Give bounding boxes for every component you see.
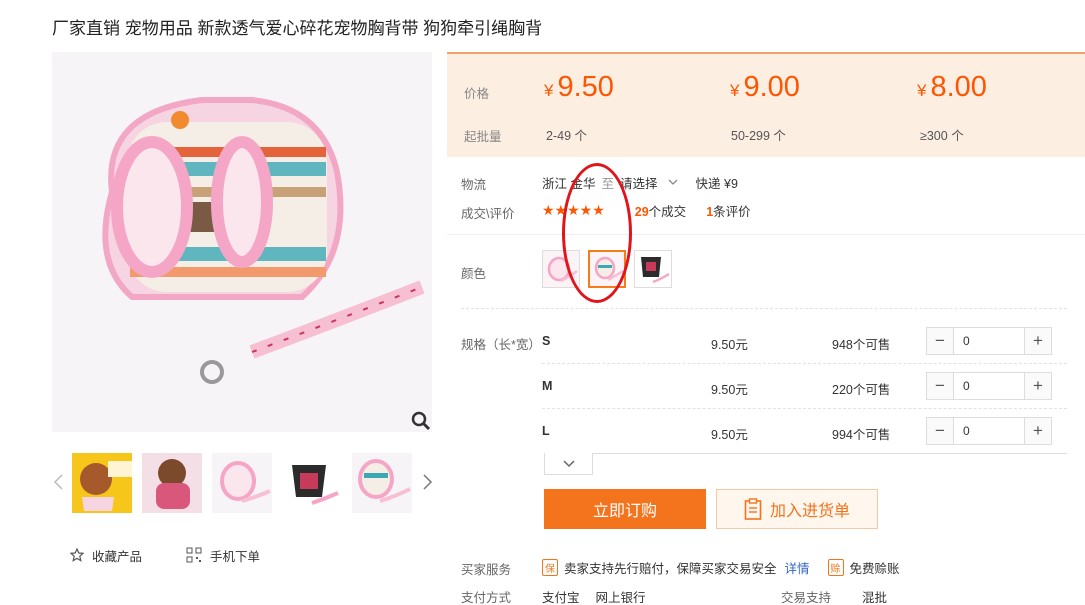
quantity-input[interactable]: 0 [954,328,1024,354]
size-name: L [542,424,550,438]
size-price: 9.50元 [711,338,748,352]
price-tier-2: ¥9.00 [730,71,800,103]
thumbnail-strip [52,450,438,516]
review-count[interactable]: 1条评价 [706,201,750,220]
trade-support-label: 交易支持 [781,591,832,605]
guarantee-text: 卖家支持先行赔付，保障买家交易安全 [564,562,777,576]
color-swatch-black[interactable] [634,250,672,288]
price-panel: 价格 起批量 ¥9.50 ¥9.00 ¥8.00 2-49 个 50-299 个… [447,52,1085,157]
deals-label: 成交\评价 [461,207,515,221]
annotation-circle [562,163,632,303]
expand-button[interactable] [544,453,593,475]
details-link[interactable]: 详情 [785,558,810,577]
minus-button[interactable]: − [927,373,954,399]
logistics-label: 物流 [461,178,487,192]
chevron-down-icon [668,179,677,185]
thumbnail[interactable] [211,452,273,514]
quantity-stepper: − 0 + [926,327,1052,355]
price-tier-1: ¥9.50 [544,71,614,103]
minus-button[interactable]: − [927,418,954,444]
chevron-right-icon[interactable] [420,472,434,492]
clipboard-icon [744,498,762,520]
qty-tier-2: 50-299 个 [731,129,786,143]
collect-button[interactable]: 收藏产品 [70,545,142,565]
chevron-left-icon[interactable] [52,472,66,492]
divider [461,308,1067,309]
quantity-input[interactable]: 0 [954,373,1024,399]
payment-methods: 支付宝 网上银行 [542,587,646,605]
credit-icon: 赊 [827,559,844,576]
quantity-stepper: − 0 + [926,372,1052,400]
add-to-cart-button[interactable]: 加入进货单 [716,489,878,529]
quantity-input[interactable]: 0 [954,418,1024,444]
order-now-label: 立即订购 [592,503,657,520]
plus-button[interactable]: + [1024,328,1051,354]
deal-count[interactable]: 29个成交 [635,201,686,220]
service-label: 买家服务 [461,563,512,577]
divider [542,363,1067,364]
free-credit-text: 免费赊账 [849,562,900,576]
divider [542,408,1067,409]
size-stock: 220个可售 [832,383,891,397]
size-stock: 994个可售 [832,428,891,442]
spec-label: 规格（长*宽） [461,338,541,352]
gallery-actions: 收藏产品 手机下单 [70,545,260,565]
quantity-stepper: − 0 + [926,417,1052,445]
payment-label: 支付方式 [461,591,512,605]
price-tier-3: ¥8.00 [917,71,987,103]
zoom-icon[interactable] [410,410,432,432]
service-row: 保 卖家支持先行赔付，保障买家交易安全 详情 赊 免费赊账 [542,558,900,577]
thumbnail[interactable] [71,452,133,514]
size-name: M [542,379,553,393]
size-price: 9.50元 [711,428,748,442]
payment-method: 网上银行 [595,591,646,605]
mobile-order-label: 手机下单 [210,549,261,564]
minus-button[interactable]: − [927,328,954,354]
divider [447,234,1085,235]
thumbnail[interactable] [351,452,413,514]
destination-select[interactable]: 请选择 [620,173,678,192]
express-fee: 快递 ¥9 [695,177,738,191]
collect-label: 收藏产品 [92,549,143,564]
qrcode-icon [186,547,202,563]
size-name: S [542,334,551,348]
thumbnail[interactable] [281,452,343,514]
payment-method: 支付宝 [542,591,580,605]
min-qty-label: 起批量 [464,130,502,144]
mobile-order-button[interactable]: 手机下单 [186,545,260,565]
star-outline-icon [70,548,84,562]
trade-support-value: 混批 [862,591,888,605]
color-label: 颜色 [461,267,487,281]
main-product-image[interactable] [52,52,432,432]
plus-button[interactable]: + [1024,373,1051,399]
order-now-button[interactable]: 立即订购 [544,489,706,529]
shield-icon: 保 [542,559,558,576]
divider [544,453,1067,454]
price-label: 价格 [464,87,490,101]
qty-tier-1: 2-49 个 [546,129,587,143]
add-to-cart-label: 加入进货单 [769,503,850,520]
plus-button[interactable]: + [1024,418,1051,444]
product-title: 厂家直销 宠物用品 新款透气爱心碎花宠物胸背带 狗狗牵引绳胸背 [52,19,543,38]
qty-tier-3: ≥300 个 [920,129,964,143]
chevron-down-icon [562,459,575,467]
thumbnail[interactable] [141,452,203,514]
size-stock: 948个可售 [832,338,891,352]
size-price: 9.50元 [711,383,748,397]
